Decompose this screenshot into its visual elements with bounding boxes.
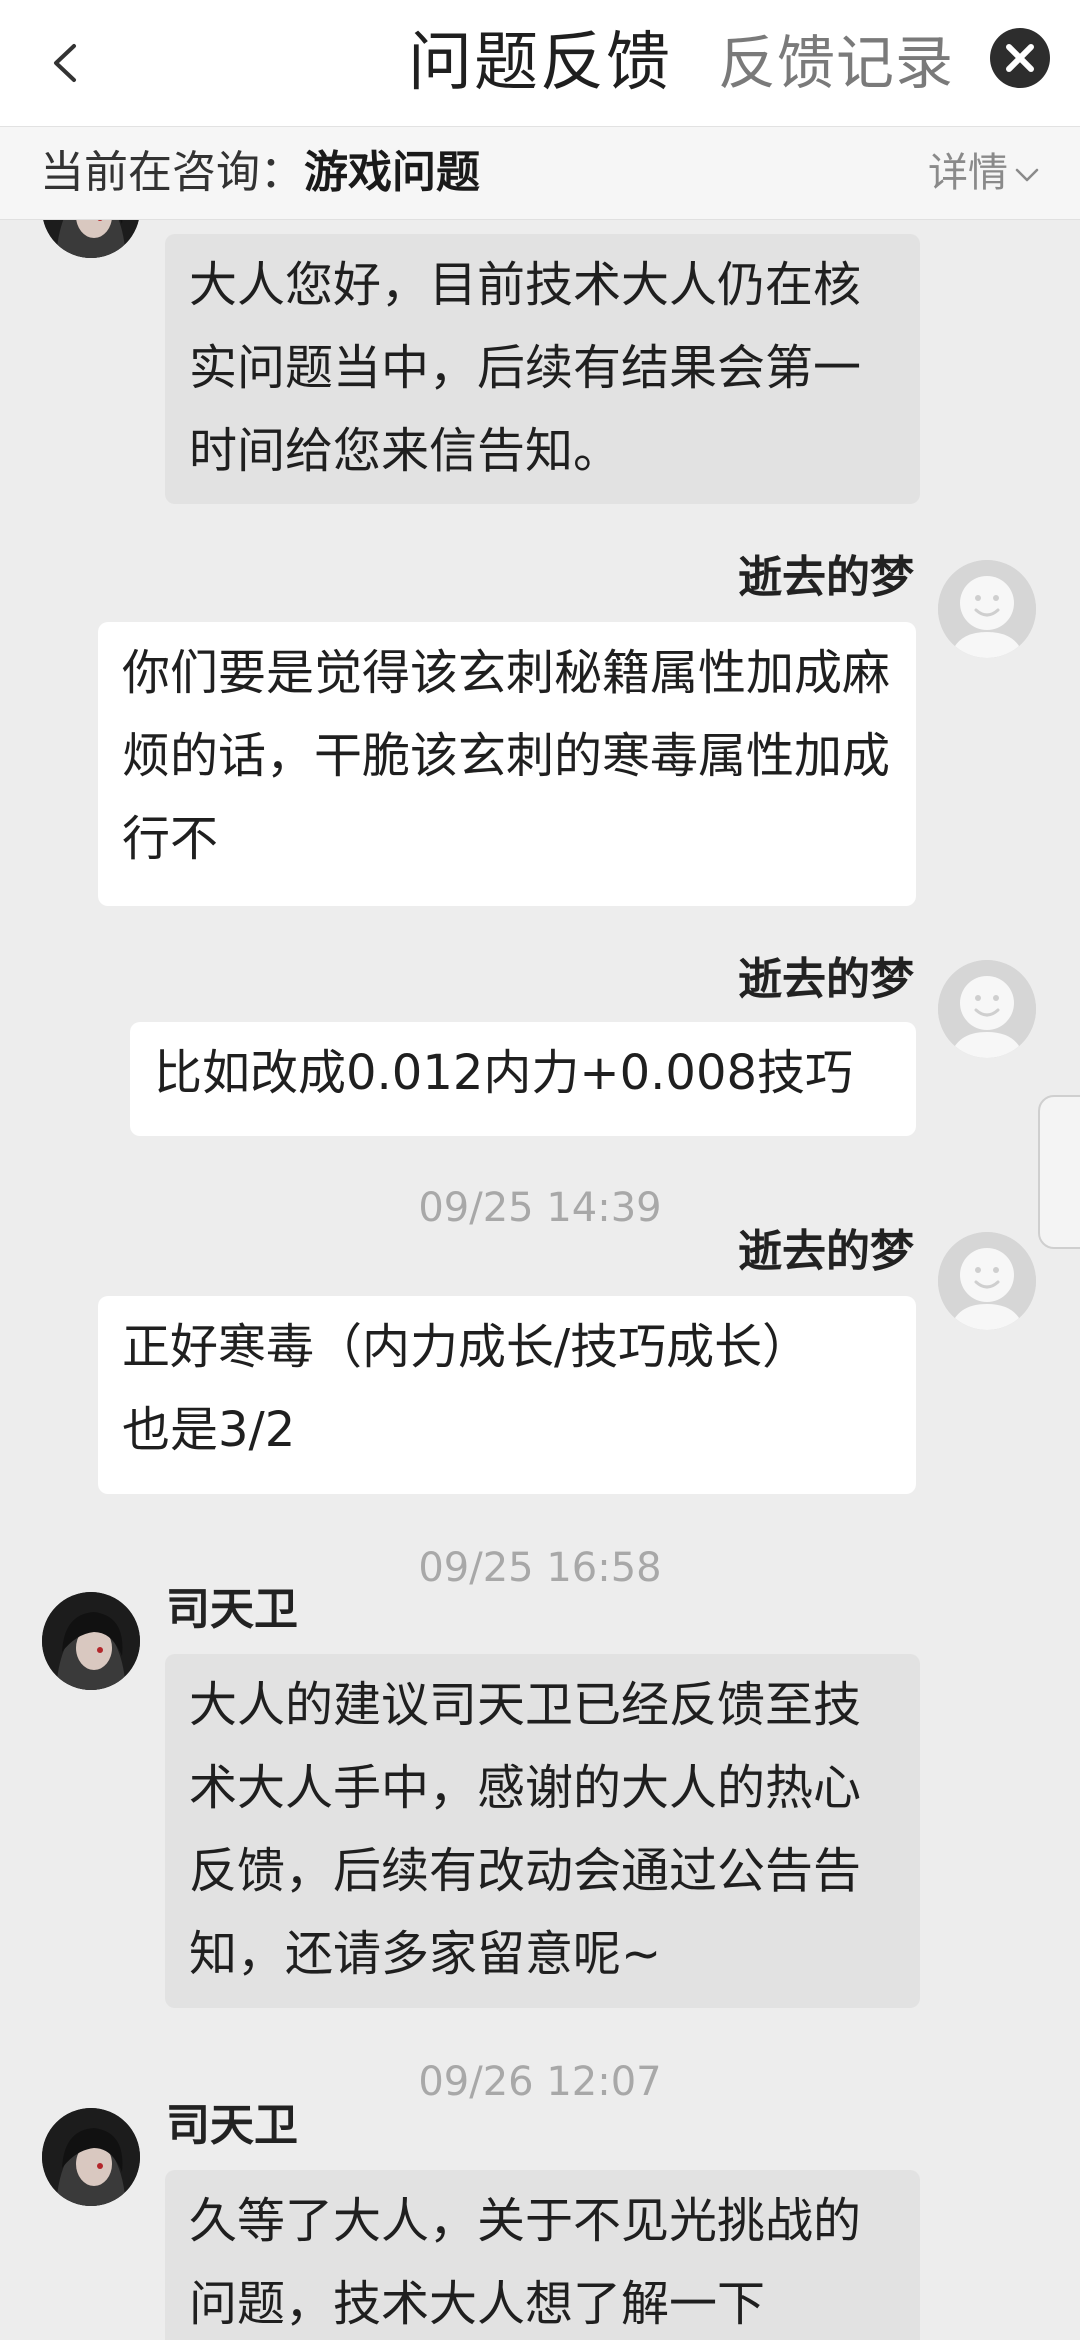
side-float-tab[interactable] xyxy=(1038,1095,1080,1249)
top-bar: 问题反馈 反馈记录 xyxy=(0,0,1080,127)
agent-portrait-icon xyxy=(42,2108,140,2206)
agent-portrait-icon xyxy=(42,220,140,258)
message-bubble: 久等了大人，关于不见光挑战的问题，技术大人想了解一下 xyxy=(165,2170,920,2340)
consult-label: 当前在咨询： xyxy=(40,147,304,198)
user-avatar xyxy=(938,1232,1036,1330)
detail-button[interactable]: 详情 xyxy=(928,127,1040,219)
timestamp: 09/25 14:39 xyxy=(418,1185,662,1231)
smiley-icon xyxy=(938,960,1036,1058)
chat-area[interactable]: 大人您好，目前技术大人仍在核实问题当中，后续有结果会第一时间给您来信告知。 逝去… xyxy=(0,220,1080,2340)
smiley-icon xyxy=(938,560,1036,658)
timestamp: 09/25 16:58 xyxy=(418,1545,662,1591)
agent-portrait-icon xyxy=(42,1592,140,1690)
message-bubble: 你们要是觉得该玄刺秘籍属性加成麻烦的话，干脆该玄刺的寒毒属性加成行不 xyxy=(98,622,916,906)
user-name: 逝去的梦 xyxy=(738,1226,914,1277)
consult-bar: 当前在咨询：游戏问题 详情 xyxy=(0,127,1080,220)
user-avatar xyxy=(938,560,1036,658)
user-name: 逝去的梦 xyxy=(738,954,914,1005)
smiley-icon xyxy=(938,1232,1036,1330)
feedback-history-button[interactable]: 反馈记录 xyxy=(718,20,954,106)
detail-label: 详情 xyxy=(928,150,1008,196)
timestamp: 09/26 12:07 xyxy=(418,2059,662,2105)
message-bubble: 大人您好，目前技术大人仍在核实问题当中，后续有结果会第一时间给您来信告知。 xyxy=(165,234,920,504)
message-bubble: 正好寒毒（内力成长/技巧成长）也是3/2 xyxy=(98,1296,916,1494)
consult-topic: 当前在咨询：游戏问题 xyxy=(40,127,480,219)
user-avatar xyxy=(938,960,1036,1058)
agent-avatar xyxy=(42,1592,140,1690)
message-bubble: 比如改成0.012内力+0.008技巧 xyxy=(130,1022,916,1136)
agent-name: 司天卫 xyxy=(166,1584,298,1635)
close-icon xyxy=(1006,44,1034,72)
agent-avatar xyxy=(42,2108,140,2206)
user-name: 逝去的梦 xyxy=(738,552,914,603)
agent-avatar xyxy=(42,220,140,258)
agent-name: 司天卫 xyxy=(166,2100,298,2151)
message-bubble: 大人的建议司天卫已经反馈至技术大人手中，感谢的大人的热心反馈，后续有改动会通过公… xyxy=(165,1654,920,2008)
consult-value: 游戏问题 xyxy=(304,147,480,198)
close-button[interactable] xyxy=(990,28,1050,88)
chevron-down-icon xyxy=(1015,168,1039,182)
